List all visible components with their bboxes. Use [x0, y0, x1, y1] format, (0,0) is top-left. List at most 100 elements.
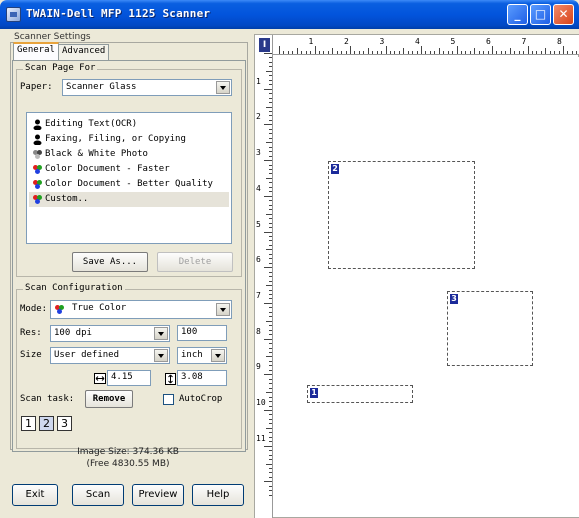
scan-purpose-list[interactable]: Editing Text(OCR) Faxing, Filing, or Cop…	[26, 112, 232, 244]
size-select[interactable]: User defined	[50, 347, 170, 364]
ruler-tick	[403, 48, 405, 54]
exit-button[interactable]: Exit	[12, 484, 58, 506]
ruler-label: 7	[256, 290, 261, 300]
ruler-tick	[269, 209, 272, 211]
ruler-tick	[269, 97, 272, 99]
ruler-tick	[269, 133, 272, 135]
ruler-tick	[269, 262, 272, 264]
scan-page-for-legend: Scan Page For	[23, 63, 98, 73]
title-bar: TWAIN-Dell MFP 1125 Scanner _ □ ✕	[0, 0, 579, 29]
ruler-tick	[523, 51, 525, 54]
mode-select[interactable]: True Color	[50, 300, 232, 319]
list-item[interactable]: Editing Text(OCR)	[29, 117, 229, 132]
preview-area[interactable]: 2 3 1 1 2 3 4 5 6 7 8 1 2 3 4 5 6 7 8 9 10 11 I	[254, 34, 579, 518]
minimize-button[interactable]: _	[507, 4, 528, 25]
list-item-label: Faxing, Filing, or Copying	[45, 134, 186, 144]
ruler-label: 2	[344, 37, 349, 46]
ruler-tick	[269, 128, 272, 130]
color-icon	[33, 195, 42, 204]
paper-label: Paper:	[20, 82, 53, 92]
preview-page[interactable]: 2 3 1	[275, 57, 579, 517]
ruler-tick	[381, 51, 383, 54]
paper-select[interactable]: Scanner Glass	[62, 79, 232, 96]
list-item[interactable]: Faxing, Filing, or Copying	[29, 132, 229, 147]
ruler-tick	[296, 48, 298, 54]
preview-button[interactable]: Preview	[132, 484, 184, 506]
ruler-tick	[269, 164, 272, 166]
autocrop-label: AutoCrop	[179, 394, 223, 404]
scan-configuration-group: Scan Configuration Mode: True Color Res:…	[16, 283, 242, 449]
ruler-tick	[269, 396, 272, 398]
scan-task-2-button[interactable]: 2	[39, 416, 54, 431]
ruler-tick	[394, 51, 396, 54]
ruler-tick	[269, 423, 272, 425]
scan-task-1-button[interactable]: 1	[21, 416, 36, 431]
tab-general[interactable]: General	[13, 42, 59, 60]
ruler-tick	[576, 51, 578, 54]
list-item[interactable]: Color Document - Faster	[29, 162, 229, 177]
ruler-label: 6	[486, 37, 491, 46]
ruler-tick	[292, 51, 294, 54]
ruler-tick	[269, 186, 272, 188]
scan-task-3-button[interactable]: 3	[57, 416, 72, 431]
unit-select[interactable]: inch	[177, 347, 227, 364]
chevron-down-icon	[216, 303, 230, 316]
ruler-tick	[269, 93, 272, 95]
ruler-tick	[496, 51, 498, 54]
ruler-tick	[269, 369, 272, 371]
width-input[interactable]: 4.15	[107, 370, 151, 386]
close-button[interactable]: ✕	[553, 4, 574, 25]
list-item-label: Color Document - Faster	[45, 164, 170, 174]
scan-area-2[interactable]: 2	[328, 161, 475, 269]
ruler-tick	[421, 46, 422, 54]
help-button[interactable]: Help	[192, 484, 244, 506]
ruler-tick	[269, 173, 272, 175]
ruler-label: 4	[415, 37, 420, 46]
maximize-button[interactable]: □	[530, 4, 551, 25]
ruler-tick	[269, 293, 272, 295]
list-item-label: Color Document - Better Quality	[45, 179, 213, 189]
resolution-select[interactable]: 100 dpi	[50, 325, 170, 342]
autocrop-checkbox[interactable]	[163, 394, 174, 405]
delete-button[interactable]: Delete	[157, 252, 233, 272]
tab-advanced[interactable]: Advanced	[58, 44, 110, 60]
chevron-down-icon	[154, 327, 168, 340]
remove-task-button[interactable]: Remove	[85, 390, 133, 408]
ruler-tick	[264, 445, 272, 447]
ruler-tick	[283, 51, 285, 54]
scan-area-3[interactable]: 3	[447, 291, 533, 366]
image-size-text: Image Size: 374.36 KB	[77, 447, 179, 457]
resolution-input[interactable]: 100	[177, 325, 227, 341]
save-as-button[interactable]: Save As...	[72, 252, 148, 272]
free-space-text: (Free 4830.55 MB)	[86, 459, 170, 469]
ruler-tick	[266, 106, 272, 108]
ruler-tick	[269, 258, 272, 260]
list-item[interactable]: Custom..	[29, 192, 229, 207]
ruler-tick	[269, 79, 272, 81]
ruler-tick	[269, 454, 272, 456]
ruler-tick	[269, 450, 272, 452]
ruler-tick	[514, 51, 516, 54]
height-input[interactable]: 3.08	[177, 370, 227, 386]
scan-button[interactable]: Scan	[72, 484, 124, 506]
ruler-label: 8	[557, 37, 562, 46]
ruler-label: 8	[256, 326, 261, 336]
ruler-tick	[269, 418, 272, 420]
ruler-tick	[269, 240, 272, 242]
scan-configuration-legend: Scan Configuration	[23, 283, 125, 293]
color-icon	[33, 180, 42, 189]
ruler-tick	[389, 51, 391, 54]
list-item[interactable]: Black & White Photo	[29, 147, 229, 162]
ruler-tick	[460, 51, 462, 54]
ruler-tick	[438, 48, 440, 54]
ruler-tick	[264, 231, 272, 233]
list-item[interactable]: Color Document - Better Quality	[29, 177, 229, 192]
scan-area-1[interactable]: 1	[307, 385, 413, 403]
ruler-tick	[527, 46, 529, 54]
ruler-tick	[341, 51, 343, 54]
ruler-tick	[452, 51, 454, 54]
ruler-tick	[305, 51, 307, 54]
ruler-tick	[323, 51, 325, 54]
ruler-tick	[269, 200, 272, 202]
ruler-tick	[269, 432, 272, 434]
